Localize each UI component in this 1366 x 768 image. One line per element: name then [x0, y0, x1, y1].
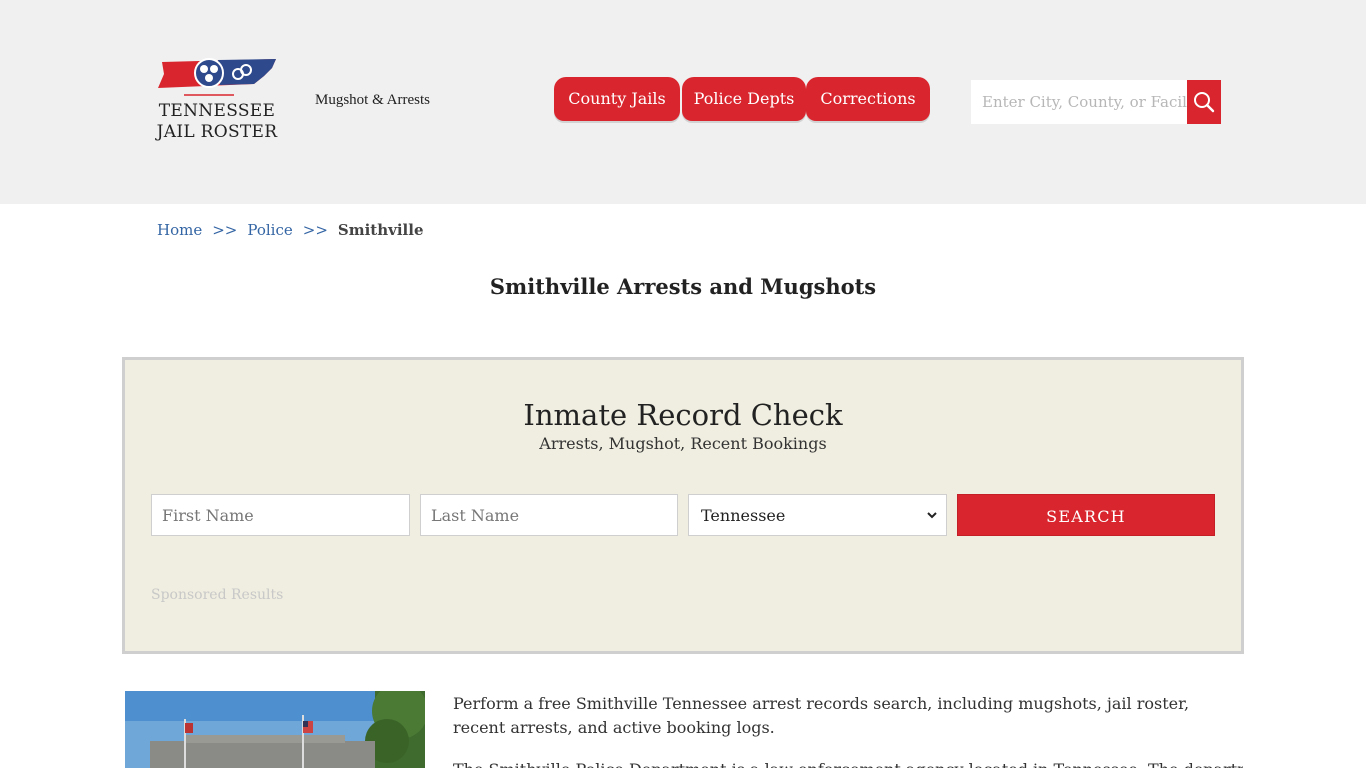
inmate-record-check: Inmate Record Check Arrests, Mugshot, Re…: [122, 357, 1244, 654]
state-select-value: Tennessee: [701, 505, 786, 525]
breadcrumb-police[interactable]: Police: [247, 221, 292, 239]
intro-paragraph: Perform a free Smithville Tennessee arre…: [453, 694, 1190, 737]
breadcrumb-home[interactable]: Home: [157, 221, 202, 239]
logo-line-2: JAIL ROSTER: [156, 122, 278, 142]
state-select[interactable]: Tennessee: [688, 494, 947, 536]
building-image: [125, 691, 425, 768]
tagline: Mugshot & Arrests: [315, 92, 431, 108]
breadcrumb-current: Smithville: [337, 221, 424, 239]
record-search-button[interactable]: SEARCH: [957, 494, 1215, 536]
record-check-subtitle: Arrests, Mugshot, Recent Bookings: [539, 434, 827, 453]
record-check-title: Inmate Record Check: [523, 398, 843, 432]
site-header: TENNESSEE JAIL ROSTER Mugshot & Arrests …: [0, 0, 1366, 204]
breadcrumb-separator: >>: [212, 221, 238, 239]
chevron-down-icon: [927, 512, 937, 519]
nav-police-depts[interactable]: Police Depts: [682, 77, 806, 121]
first-name-input[interactable]: [151, 494, 410, 536]
breadcrumb-separator: >>: [302, 221, 328, 239]
location-search-input[interactable]: [971, 80, 1187, 124]
search-icon: [1194, 92, 1215, 113]
logo-text[interactable]: TENNESSEE JAIL ROSTER: [154, 101, 280, 143]
breadcrumb: Home >> Police >> Smithville: [157, 221, 423, 239]
location-search-button[interactable]: [1187, 80, 1221, 124]
logo-line-1: TENNESSEE: [158, 101, 276, 121]
header-search: [971, 80, 1221, 124]
nav-county-jails[interactable]: County Jails: [554, 77, 680, 121]
police-building-photo: [125, 691, 425, 768]
description-paragraph: The Smithville Police Department is a la…: [453, 758, 1243, 768]
nav-corrections[interactable]: Corrections: [806, 77, 930, 121]
sponsored-results-label: Sponsored Results: [151, 587, 284, 603]
last-name-input[interactable]: [420, 494, 678, 536]
page-title: Smithville Arrests and Mugshots: [489, 274, 877, 299]
